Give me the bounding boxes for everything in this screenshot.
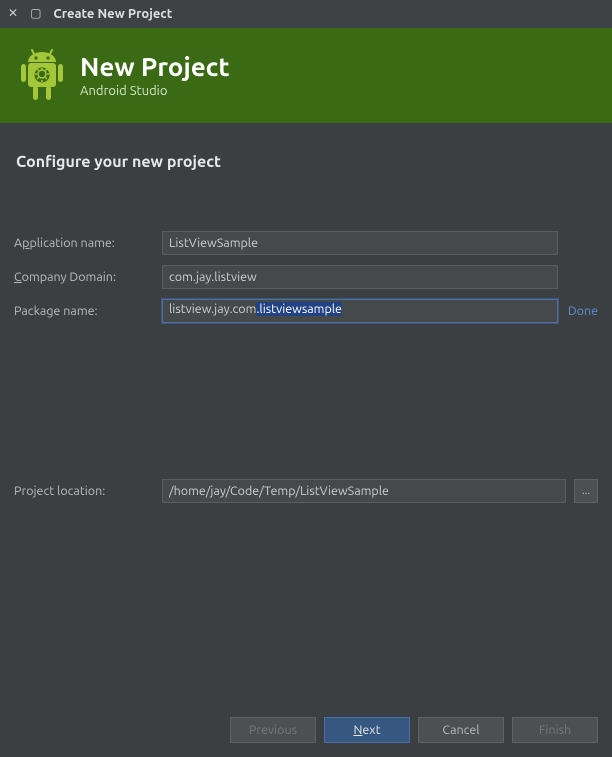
application-name-input[interactable] — [162, 231, 558, 255]
close-icon[interactable]: ✕ — [8, 8, 18, 20]
package-name-label: Package name: — [14, 304, 154, 318]
wizard-footer: Previous Next Cancel Finish — [230, 717, 598, 743]
header-text: New Project Android Studio — [80, 53, 230, 98]
done-link[interactable]: Done — [566, 304, 598, 318]
project-location-row: Project location: ... — [14, 479, 598, 503]
window-title: Create New Project — [53, 7, 172, 21]
form: Application name: Company Domain: Packag… — [14, 231, 598, 323]
company-domain-input[interactable] — [162, 265, 558, 289]
company-domain-label: Company Domain: — [14, 270, 154, 284]
maximize-icon[interactable]: ▢ — [30, 8, 41, 20]
finish-button: Finish — [512, 717, 598, 743]
wizard-header: New Project Android Studio — [0, 28, 612, 123]
header-subtitle: Android Studio — [80, 84, 230, 98]
section-title: Configure your new project — [16, 153, 598, 171]
titlebar: ✕ ▢ Create New Project — [0, 0, 612, 28]
package-name-field[interactable]: listview.jay.com.listviewsample — [162, 299, 558, 323]
application-name-label: Application name: — [14, 236, 154, 250]
package-name-input[interactable] — [162, 299, 558, 323]
browse-button[interactable]: ... — [574, 479, 598, 503]
project-location-label: Project location: — [14, 484, 154, 498]
project-location-input[interactable] — [162, 479, 566, 503]
next-button[interactable]: Next — [324, 717, 410, 743]
cancel-button[interactable]: Cancel — [418, 717, 504, 743]
wizard-body: Configure your new project Application n… — [0, 123, 612, 503]
android-icon — [18, 48, 66, 104]
previous-button: Previous — [230, 717, 316, 743]
header-title: New Project — [80, 53, 230, 82]
